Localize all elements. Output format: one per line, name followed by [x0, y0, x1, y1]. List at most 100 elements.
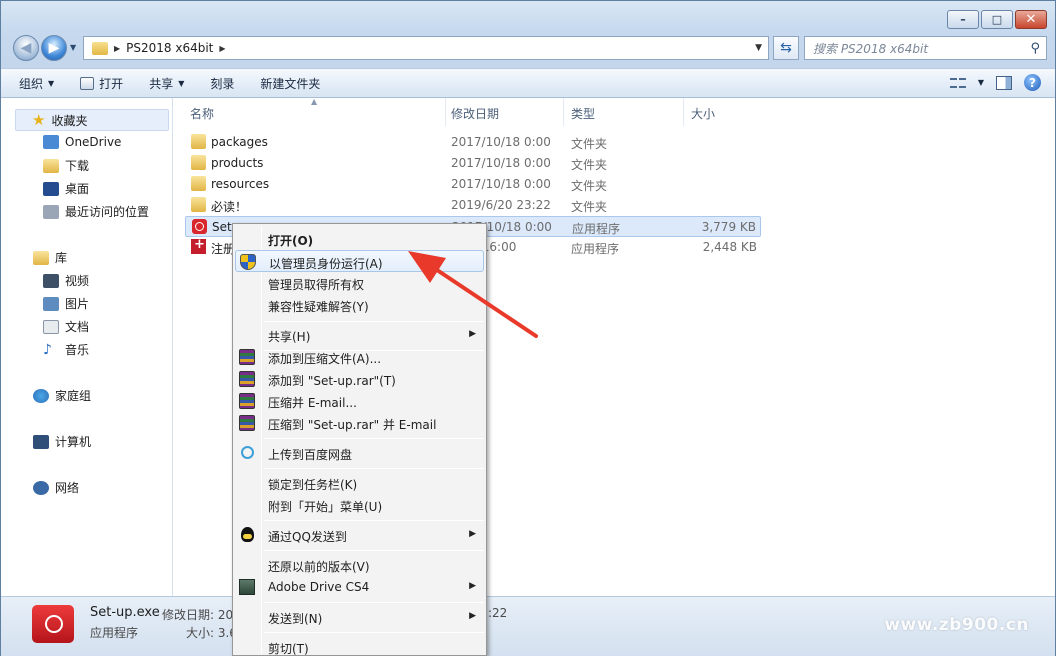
menu-item-take-ownership[interactable]: 管理员取得所有权	[235, 272, 484, 294]
menu-item-compatibility[interactable]: 兼容性疑难解答(Y)	[235, 294, 484, 316]
context-menu: 打开(O) 以管理员身份运行(A) 管理员取得所有权 兼容性疑难解答(Y) 共享…	[232, 223, 487, 656]
menu-item-qq-send[interactable]: 通过QQ发送到 ▶	[235, 524, 484, 546]
submenu-arrow-icon: ▶	[469, 611, 476, 621]
sidebar-item-computer[interactable]: 计算机	[33, 433, 91, 450]
refresh-button[interactable]: ⇆	[773, 36, 799, 60]
back-button[interactable]: ◀	[13, 35, 39, 61]
registration-app-icon	[191, 237, 206, 254]
preview-pane-icon[interactable]	[996, 75, 1012, 90]
sidebar-item-onedrive[interactable]: OneDrive	[43, 135, 121, 149]
file-name: packages	[211, 135, 268, 149]
submenu-arrow-icon: ▶	[469, 529, 476, 539]
column-date[interactable]: 修改日期	[451, 105, 499, 122]
menu-item-send-to[interactable]: 发送到(N) ▶	[235, 606, 484, 628]
column-divider[interactable]	[563, 98, 564, 126]
column-header: ▲ 名称 修改日期 类型 大小	[183, 97, 1055, 126]
documents-icon	[43, 319, 59, 334]
menu-item-compress-rar-email[interactable]: 压缩到 "Set-up.rar" 并 E-mail	[235, 412, 484, 434]
sidebar-item-documents[interactable]: 文档	[43, 318, 89, 335]
sidebar-label: 视频	[65, 274, 90, 288]
sidebar-item-desktop[interactable]: 桌面	[43, 180, 89, 197]
organize-button[interactable]: 组织 ▼	[19, 75, 54, 92]
videos-icon	[43, 273, 59, 288]
file-row[interactable]: 必读！ 2019/6/20 23:22 文件夹	[185, 195, 761, 216]
minimize-button[interactable]: –	[947, 10, 979, 29]
maximize-button[interactable]: □	[981, 10, 1013, 29]
sidebar-item-videos[interactable]: 视频	[43, 272, 89, 289]
burn-button[interactable]: 刻录	[210, 75, 234, 92]
help-icon[interactable]: ?	[1024, 74, 1041, 91]
menu-item-restore-versions[interactable]: 还原以前的版本(V)	[235, 554, 484, 576]
menu-item-pin-taskbar[interactable]: 锁定到任务栏(K)	[235, 472, 484, 494]
sidebar-item-pictures[interactable]: 图片	[43, 295, 89, 312]
column-divider[interactable]	[445, 98, 446, 126]
column-type[interactable]: 类型	[571, 105, 595, 122]
open-button[interactable]: 打开	[80, 75, 123, 92]
sidebar-item-network[interactable]: 网络	[33, 479, 79, 496]
file-row[interactable]: packages 2017/10/18 0:00 文件夹	[185, 132, 761, 153]
menu-item-cut[interactable]: 剪切(T)	[235, 636, 484, 656]
menu-item-compress-email[interactable]: 压缩并 E-mail...	[235, 390, 484, 412]
share-button[interactable]: 共享 ▼	[149, 75, 184, 92]
address-bar[interactable]: ▶ PS2018 x64bit ▶ ▼	[83, 36, 769, 60]
submenu-arrow-icon: ▶	[469, 581, 476, 591]
menu-separator	[264, 438, 484, 439]
breadcrumb-separator-icon[interactable]: ▶	[114, 44, 120, 53]
desktop-icon	[43, 181, 59, 196]
menu-label: 打开(O)	[268, 234, 314, 248]
homegroup-icon	[33, 388, 49, 403]
menu-item-open[interactable]: 打开(O)	[235, 228, 484, 250]
search-box[interactable]: 搜索 PS2018 x64bit ⚲	[804, 36, 1047, 60]
menu-label: 附到「开始」菜单(U)	[268, 500, 383, 514]
libraries-icon	[33, 250, 49, 265]
file-row[interactable]: resources 2017/10/18 0:00 文件夹	[185, 174, 761, 195]
sidebar-label: 最近访问的位置	[65, 205, 150, 219]
folder-icon	[191, 197, 206, 212]
baidu-netdisk-icon	[241, 446, 254, 459]
menu-item-add-archive[interactable]: 添加到压缩文件(A)...	[235, 346, 484, 368]
menu-item-adobe-drive[interactable]: Adobe Drive CS4 ▶	[235, 576, 484, 598]
address-dropdown-icon[interactable]: ▼	[755, 43, 762, 53]
menu-separator	[264, 520, 484, 521]
menu-item-run-as-admin[interactable]: 以管理员身份运行(A)	[235, 250, 484, 272]
sort-ascending-icon: ▲	[311, 97, 318, 106]
breadcrumb-separator-icon[interactable]: ▶	[219, 44, 225, 53]
onedrive-icon	[43, 135, 59, 149]
back-arrow-icon: ◀	[20, 40, 32, 56]
open-icon	[80, 76, 95, 90]
sidebar-item-homegroup[interactable]: 家庭组	[33, 387, 91, 404]
close-button[interactable]: ✕	[1015, 10, 1047, 29]
file-row[interactable]: products 2017/10/18 0:00 文件夹	[185, 153, 761, 174]
search-icon[interactable]: ⚲	[1030, 41, 1040, 56]
view-options-icon[interactable]	[949, 76, 966, 90]
chevron-down-icon: ▼	[48, 78, 55, 88]
sidebar-item-recent[interactable]: 最近访问的位置	[43, 203, 149, 220]
sidebar-item-music[interactable]: ♪ 音乐	[43, 341, 89, 358]
menu-label: 以管理员身份运行(A)	[269, 257, 383, 271]
sidebar-item-downloads[interactable]: 下载	[43, 157, 89, 174]
menu-item-baidu-upload[interactable]: 上传到百度网盘	[235, 442, 484, 464]
view-dropdown-icon[interactable]: ▼	[978, 78, 984, 87]
details-size: 大小: 3.6	[186, 626, 237, 640]
content-area: ★ 收藏夹 OneDrive 下载 桌面 最近访问的位置 库 视频 图片 文档 ♪…	[1, 97, 1055, 596]
recent-places-icon	[43, 204, 59, 219]
sidebar-item-libraries[interactable]: 库	[33, 249, 67, 266]
menu-item-pin-start[interactable]: 附到「开始」菜单(U)	[235, 494, 484, 516]
command-bar: 组织 ▼ 打开 共享 ▼ 刻录 新建文件夹 ▼ ?	[1, 68, 1055, 98]
share-label: 共享	[149, 76, 174, 91]
breadcrumb-path[interactable]: PS2018 x64bit	[126, 41, 213, 55]
search-placeholder: 搜索 PS2018 x64bit	[813, 41, 929, 56]
history-dropdown-icon[interactable]: ▼	[70, 43, 76, 52]
adobe-drive-icon	[239, 579, 255, 595]
menu-item-add-rar[interactable]: 添加到 "Set-up.rar"(T)	[235, 368, 484, 390]
forward-button[interactable]: ▶	[41, 35, 67, 61]
menu-item-share[interactable]: 共享(H) ▶	[235, 324, 484, 346]
column-name[interactable]: 名称	[190, 105, 214, 122]
column-divider[interactable]	[683, 98, 684, 126]
details-file-name: Set-up.exe	[90, 605, 160, 620]
menu-separator	[264, 632, 484, 633]
sidebar-item-favorites[interactable]: ★ 收藏夹	[15, 109, 169, 131]
menu-label: 压缩并 E-mail...	[268, 396, 357, 410]
new-folder-button[interactable]: 新建文件夹	[260, 75, 320, 92]
column-size[interactable]: 大小	[691, 105, 715, 122]
